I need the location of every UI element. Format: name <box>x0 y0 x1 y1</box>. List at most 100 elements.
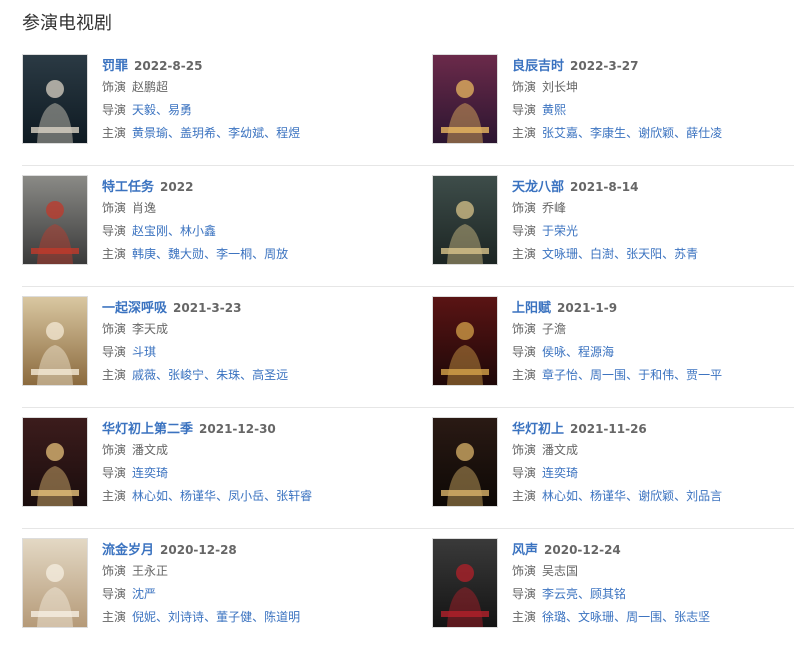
person-link[interactable]: 魏大勋 <box>168 247 204 261</box>
drama-poster[interactable] <box>22 296 88 386</box>
person-link[interactable]: 黄景瑜 <box>132 126 168 140</box>
drama-title-link[interactable]: 流金岁月 <box>102 543 154 558</box>
person-link[interactable]: 张轩睿 <box>276 489 312 503</box>
drama-date: 2021-1-9 <box>557 301 618 315</box>
drama-title-link[interactable]: 良辰吉时 <box>512 59 564 74</box>
person-link[interactable]: 赵宝刚 <box>132 224 168 238</box>
drama-poster[interactable] <box>432 538 498 628</box>
title-line: 华灯初上第二季 2021-12-30 <box>102 419 402 439</box>
drama-poster[interactable] <box>22 54 88 144</box>
person-link[interactable]: 林心如 <box>542 489 578 503</box>
person-link[interactable]: 朱珠 <box>216 368 240 382</box>
person-link[interactable]: 连奕琦 <box>542 466 578 480</box>
person-link[interactable]: 张峻宁 <box>168 368 204 382</box>
person-link[interactable]: 陈道明 <box>264 610 300 624</box>
person-link[interactable]: 天毅 <box>132 103 156 117</box>
person-link[interactable]: 杨谨华 <box>590 489 626 503</box>
cast-line: 主演 林心如、杨谨华、谢欣颖、刘品言 <box>512 485 794 508</box>
person-link[interactable]: 黄熙 <box>542 103 566 117</box>
person-link[interactable]: 白澍 <box>590 247 614 261</box>
person-link[interactable]: 林心如 <box>132 489 168 503</box>
person-link[interactable]: 谢欣颖 <box>638 489 674 503</box>
list-row: 华灯初上第二季 2021-12-30 饰演 潘文成 导演 连奕琦 主演 林心如、杨谨华、凤小岳… <box>0 408 794 529</box>
person-link[interactable]: 张天阳 <box>626 247 662 261</box>
person-link[interactable]: 刘品言 <box>686 489 722 503</box>
person-link[interactable]: 刘诗诗 <box>168 610 204 624</box>
drama-poster[interactable] <box>22 417 88 507</box>
drama-title-link[interactable]: 华灯初上第二季 <box>102 422 193 437</box>
drama-poster[interactable] <box>22 538 88 628</box>
name-separator: 、 <box>156 247 169 261</box>
person-link[interactable]: 李一桐 <box>216 247 252 261</box>
title-line: 风声 2020-12-24 <box>512 540 794 560</box>
drama-info: 华灯初上 2021-11-26 饰演 潘文成 导演 连奕琦 主演 林心如、杨谨华、谢欣颖、刘品… <box>512 419 794 508</box>
person-link[interactable]: 斗琪 <box>132 345 156 359</box>
drama-title-link[interactable]: 罚罪 <box>102 59 128 74</box>
drama-title-link[interactable]: 天龙八部 <box>512 180 564 195</box>
person-link[interactable]: 谢欣颖 <box>638 126 674 140</box>
person-link[interactable]: 侯咏 <box>542 345 566 359</box>
person-link[interactable]: 周一围 <box>626 610 662 624</box>
role-line: 饰演 潘文成 <box>102 439 402 462</box>
person-link[interactable]: 文咏珊 <box>578 610 614 624</box>
drama-poster[interactable] <box>432 296 498 386</box>
name-separator: 、 <box>614 610 627 624</box>
label-cast-line: 主演 <box>102 610 127 624</box>
person-link[interactable]: 张志坚 <box>674 610 710 624</box>
person-link[interactable]: 贾一平 <box>686 368 722 382</box>
role-line: 饰演 乔峰 <box>512 197 794 220</box>
person-link[interactable]: 章子怡 <box>542 368 578 382</box>
drama-card: 风声 2020-12-24 饰演 吴志国 导演 李云亮、顾其铭 主演 徐璐、文咏珊、周一围、张… <box>432 538 794 638</box>
person-link[interactable]: 周一围 <box>590 368 626 382</box>
person-link[interactable]: 顾其铭 <box>590 587 626 601</box>
director-line: 导演 斗琪 <box>102 341 402 364</box>
person-link[interactable]: 倪妮 <box>132 610 156 624</box>
person-link[interactable]: 连奕琦 <box>132 466 168 480</box>
person-link[interactable]: 张艾嘉 <box>542 126 578 140</box>
drama-title-link[interactable]: 华灯初上 <box>512 422 564 437</box>
cast-line: 主演 倪妮、刘诗诗、董子健、陈道明 <box>102 606 402 629</box>
drama-poster[interactable] <box>432 54 498 144</box>
drama-info: 华灯初上第二季 2021-12-30 饰演 潘文成 导演 连奕琦 主演 林心如、杨谨华、凤小岳… <box>102 419 402 508</box>
person-link[interactable]: 林小鑫 <box>180 224 216 238</box>
person-link[interactable]: 易勇 <box>168 103 192 117</box>
drama-info: 罚罪 2022-8-25 饰演 赵鹏超 导演 天毅、易勇 主演 黄景瑜、盖玥希、李幼斌、程煜 <box>102 56 402 145</box>
person-link[interactable]: 周放 <box>264 247 288 261</box>
person-link[interactable]: 戚薇 <box>132 368 156 382</box>
drama-title-link[interactable]: 一起深呼吸 <box>102 301 167 316</box>
name-separator: 、 <box>674 368 687 382</box>
drama-title-link[interactable]: 特工任务 <box>102 180 154 195</box>
drama-card: 特工任务 2022 饰演 肖逸 导演 赵宝刚、林小鑫 主演 韩庚、魏大勋、李一桐、周放 <box>22 175 402 275</box>
person-link[interactable]: 李云亮 <box>542 587 578 601</box>
person-link[interactable]: 于荣光 <box>542 224 578 238</box>
person-link[interactable]: 程源海 <box>578 345 614 359</box>
drama-poster[interactable] <box>22 175 88 265</box>
drama-poster[interactable] <box>432 175 498 265</box>
person-link[interactable]: 文咏珊 <box>542 247 578 261</box>
drama-poster[interactable] <box>432 417 498 507</box>
person-link[interactable]: 薛仕凌 <box>686 126 722 140</box>
person-link[interactable]: 高圣远 <box>252 368 288 382</box>
person-link[interactable]: 李康生 <box>590 126 626 140</box>
poster-art <box>23 539 87 627</box>
poster-art <box>433 418 497 506</box>
person-link[interactable]: 于和伟 <box>638 368 674 382</box>
role-name: 李天成 <box>132 322 169 336</box>
drama-date: 2021-8-14 <box>570 180 639 194</box>
name-separator: 、 <box>168 489 181 503</box>
person-link[interactable]: 杨谨华 <box>180 489 216 503</box>
drama-info: 上阳赋 2021-1-9 饰演 子澹 导演 侯咏、程源海 主演 章子怡、周一围、于和伟、贾一平 <box>512 298 794 387</box>
person-link[interactable]: 凤小岳 <box>228 489 264 503</box>
person-link[interactable]: 李幼斌 <box>228 126 264 140</box>
person-link[interactable]: 程煜 <box>276 126 300 140</box>
person-link[interactable]: 董子健 <box>216 610 252 624</box>
drama-title-link[interactable]: 风声 <box>512 543 538 558</box>
person-link[interactable]: 苏青 <box>674 247 698 261</box>
person-link[interactable]: 韩庚 <box>132 247 156 261</box>
name-separator: 、 <box>626 489 639 503</box>
drama-title-link[interactable]: 上阳赋 <box>512 301 551 316</box>
person-link[interactable]: 沈严 <box>132 587 156 601</box>
person-link[interactable]: 盖玥希 <box>180 126 216 140</box>
person-link[interactable]: 徐璐 <box>542 610 566 624</box>
label-cast-line: 主演 <box>512 610 537 624</box>
